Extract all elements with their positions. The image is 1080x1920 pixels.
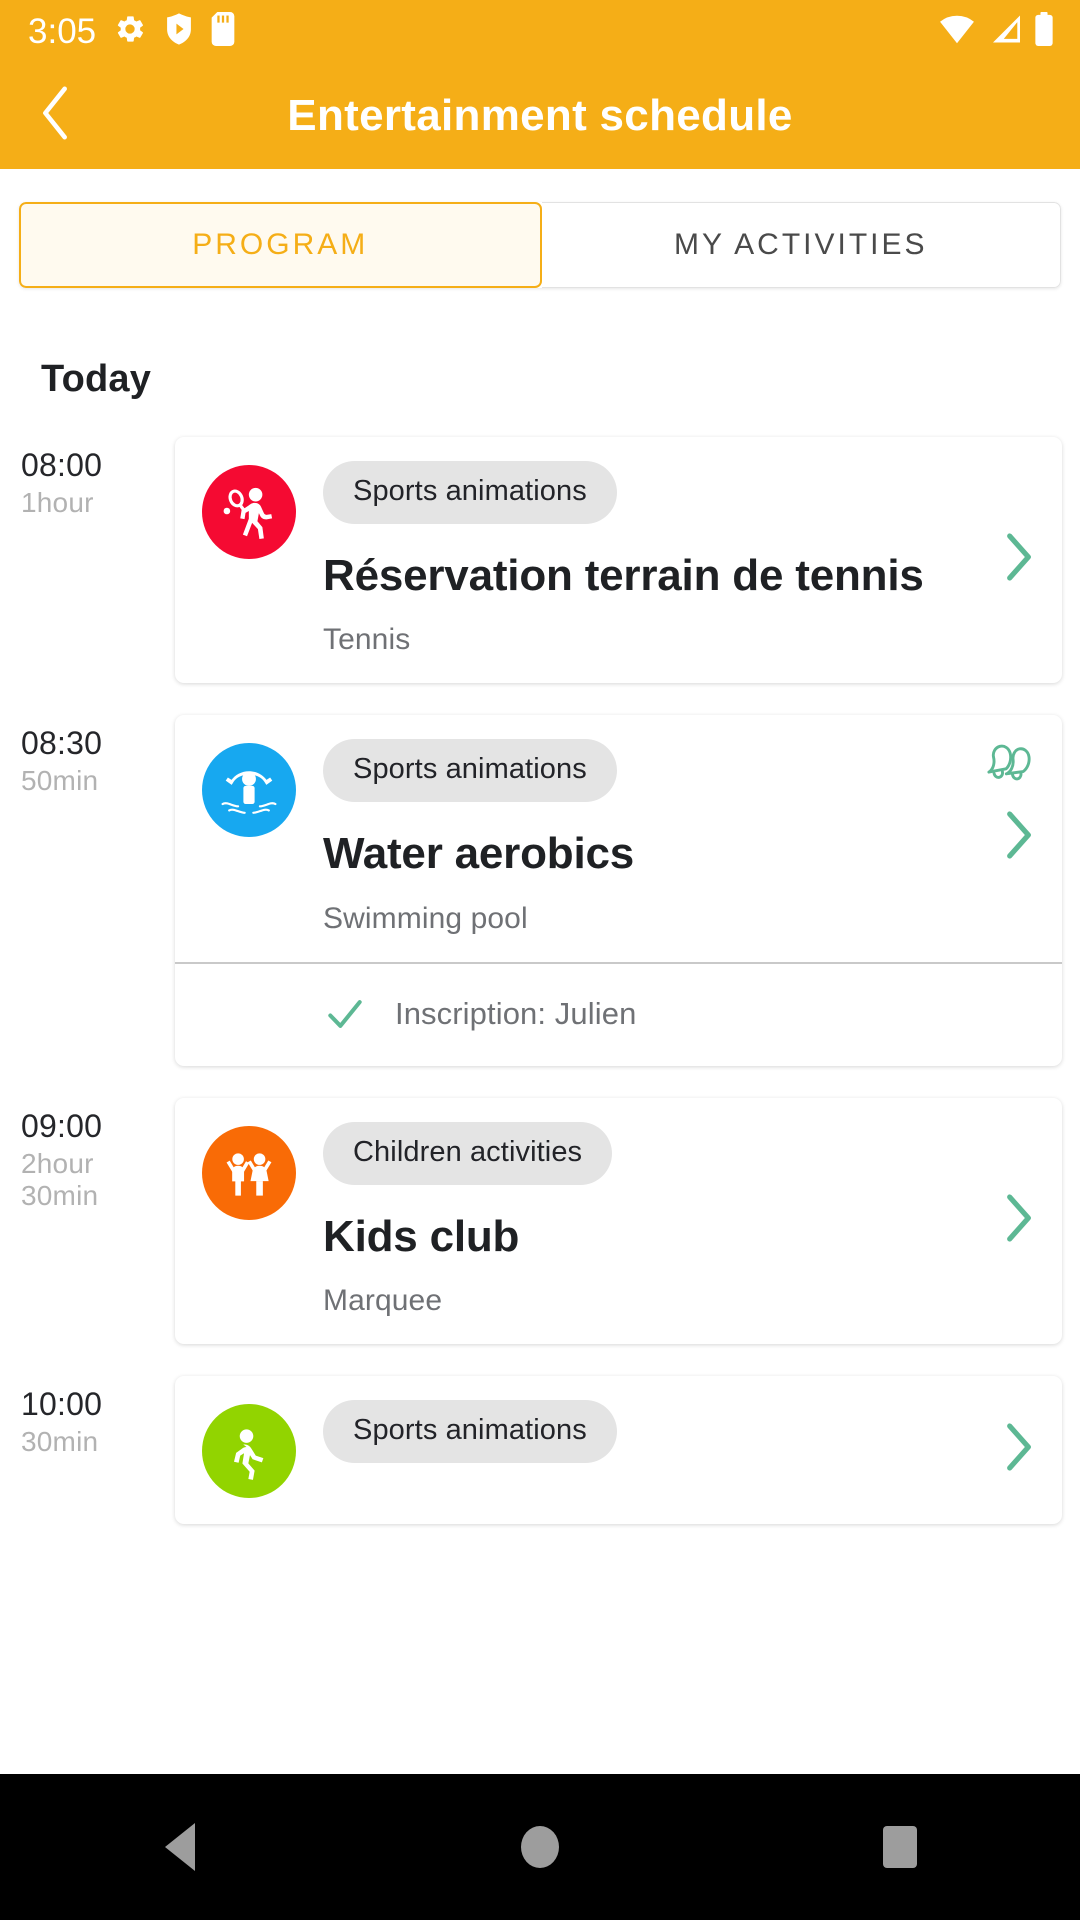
wifi-icon [938,14,976,49]
event-start-time: 08:00 [21,447,103,483]
event-place: Swimming pool [323,901,528,935]
list-item: 08:00 1hour Sports animations Réservatio… [0,437,1080,684]
event-time-column: 09:00 2hour 30min [0,1098,175,1212]
chevron-right-icon [1001,1419,1037,1480]
event-card[interactable]: Sports animations [175,1376,1062,1525]
status-bar: 3:05 [0,0,1080,62]
chevron-right-icon [1001,807,1037,868]
event-icon-column [175,461,323,559]
event-card-body: Sports animations [323,1400,976,1489]
event-duration: 50min [21,765,99,797]
schedule-list: 08:00 1hour Sports animations Réservatio… [0,401,1080,1525]
event-card-body: Sports animations Réservation terrain de… [323,461,976,657]
event-registration-row: Inscription: Julien [175,961,1062,1066]
back-button[interactable] [0,62,110,169]
event-open-button[interactable] [976,1400,1062,1498]
list-item: 08:30 50min Sports animations Water aero… [0,715,1080,1066]
nav-home-button[interactable] [360,1826,720,1868]
event-duration: 1hour [21,486,94,518]
page-title: Entertainment schedule [287,90,793,140]
event-start-time: 08:30 [21,725,103,762]
recents-square-icon [883,1826,917,1868]
chevron-left-icon [38,84,72,147]
event-open-button[interactable] [976,461,1062,657]
home-circle-icon [521,1826,559,1868]
app-root: 3:05 Entertainment schedule PROGRAM MY A… [0,0,1080,1920]
children-icon [202,1125,296,1220]
event-card[interactable]: Sports animations Water aerobics Swimmin… [175,715,1062,1066]
tab-program[interactable]: PROGRAM [19,202,542,288]
event-card-main: Children activities Kids club Marquee [175,1098,1062,1344]
day-heading: Today [41,358,152,400]
list-item: 09:00 2hour 30min Children activities Ki… [0,1097,1080,1345]
event-title: Kids club [323,1211,520,1261]
event-duration: 30min [21,1426,99,1457]
status-bar-left: 3:05 [28,11,235,51]
status-clock: 3:05 [28,11,97,51]
event-time-column: 10:00 30min [0,1376,175,1458]
water-aerobics-icon [202,743,296,838]
event-time-column: 08:00 1hour [0,437,175,519]
android-navigation-bar [0,1774,1080,1920]
event-duration: 2hour 30min [21,1147,99,1211]
event-card-main: Sports animations Water aerobics Swimmin… [175,715,1062,961]
back-triangle-icon [165,1823,195,1871]
check-icon [323,992,367,1036]
event-title: Water aerobics [323,829,635,879]
tab-bar: PROGRAM MY ACTIVITIES [19,202,1061,288]
event-open-button[interactable] [976,1122,1062,1318]
event-icon-column [175,1400,323,1499]
event-place: Tennis [323,623,411,657]
event-card-body: Children activities Kids club Marquee [323,1121,976,1318]
event-icon-column [175,1122,323,1220]
app-bar: Entertainment schedule [0,62,1080,169]
chevron-right-icon [1001,529,1037,590]
shield-play-icon [164,12,194,51]
event-category-chip: Sports animations [323,1400,617,1464]
event-time-column: 08:30 50min [0,715,175,797]
bells-icon [978,737,1040,794]
event-category-chip: Sports animations [323,739,617,803]
registration-text: Inscription: Julien [395,995,637,1031]
event-icon-column [175,739,323,838]
event-card[interactable]: Sports animations Réservation terrain de… [175,437,1062,684]
event-card-body: Sports animations Water aerobics Swimmin… [323,739,976,935]
sports-icon [202,1404,296,1499]
event-card-main: Sports animations [175,1376,1062,1524]
nav-back-button[interactable] [0,1823,360,1871]
tabs-container: PROGRAM MY ACTIVITIES [0,169,1080,288]
event-start-time: 09:00 [21,1107,103,1144]
reminder-button[interactable] [974,735,1044,795]
event-start-time: 10:00 [21,1386,103,1423]
battery-icon [1034,11,1054,51]
chevron-right-icon [1001,1190,1037,1251]
status-bar-right [938,11,1054,51]
event-card[interactable]: Children activities Kids club Marquee [175,1097,1062,1345]
sd-card-icon [211,11,235,51]
event-category-chip: Children activities [323,1121,613,1185]
event-card-main: Sports animations Réservation terrain de… [175,437,1062,683]
event-place: Marquee [323,1284,443,1318]
nav-recents-button[interactable] [720,1826,1080,1868]
tennis-icon [202,465,296,559]
cell-signal-icon [987,14,1023,49]
event-category-chip: Sports animations [323,461,617,524]
tab-my-activities[interactable]: MY ACTIVITIES [541,202,1061,288]
list-item: 10:00 30min Sports animations [0,1376,1080,1525]
gear-icon [113,12,147,51]
event-title: Réservation terrain de tennis [323,551,924,600]
